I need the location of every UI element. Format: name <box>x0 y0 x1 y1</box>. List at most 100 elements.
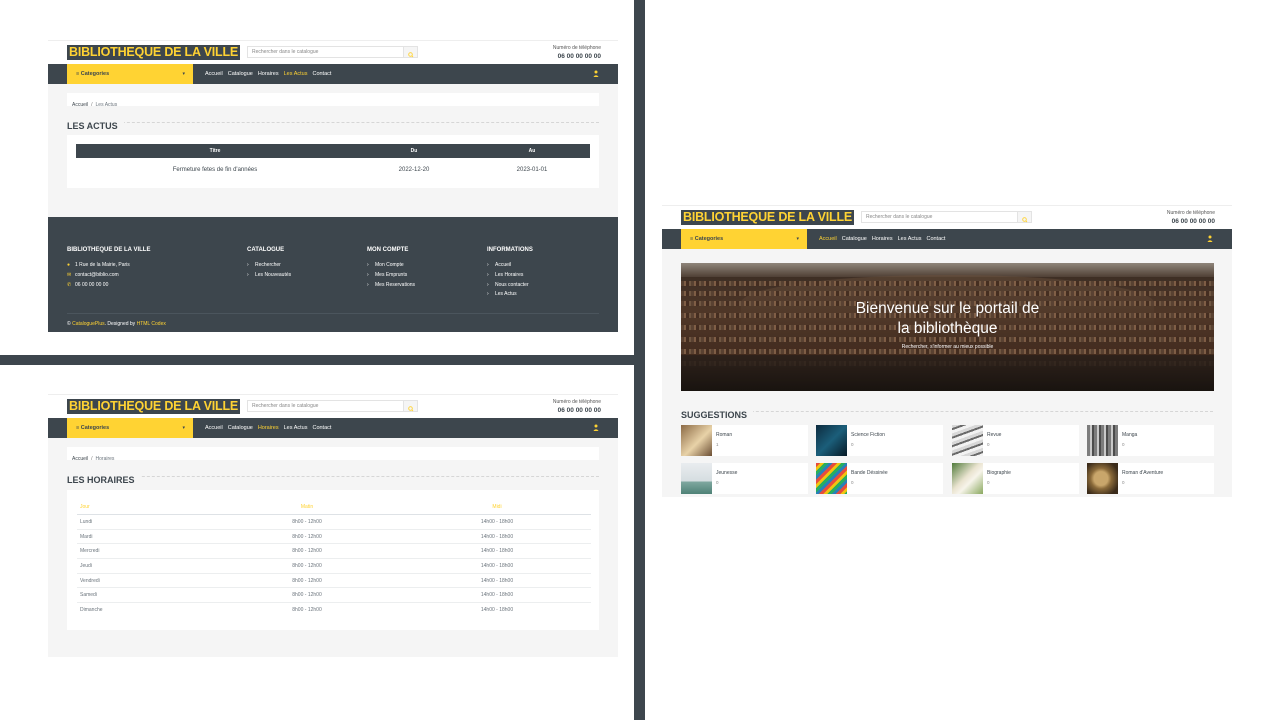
category-thumbnail <box>681 425 712 456</box>
copyright: © CataloguePlus. Designed by HTML Codex <box>67 320 166 328</box>
section-heading: LES ACTUS <box>67 116 599 132</box>
category-thumbnail <box>952 463 983 494</box>
search-input[interactable]: Rechercher dans le catalogue <box>247 46 418 58</box>
nav-item-les-actus[interactable]: Les Actus <box>898 235 922 243</box>
category-name: Biographie <box>987 470 1011 476</box>
nav-item-catalogue[interactable]: Catalogue <box>228 424 253 432</box>
search-input[interactable]: Rechercher dans le catalogue <box>247 400 418 412</box>
user-icon[interactable] <box>593 70 599 77</box>
site-logo[interactable]: BIBLIOTHEQUE DE LA VILLE <box>681 210 855 225</box>
category-card-bande-dessinee[interactable]: Bande Déssinée 0 <box>816 463 943 494</box>
search-button[interactable] <box>403 401 417 412</box>
category-card-jeunesse[interactable]: Jeunesse 0 <box>681 463 808 494</box>
footer-link-label: Mes Emprunts <box>375 271 408 278</box>
nav-item-catalogue[interactable]: Catalogue <box>842 235 867 243</box>
user-icon[interactable] <box>593 424 599 431</box>
table-row: Vendredi 8h00 - 12h00 14h00 - 18h00 <box>77 574 591 589</box>
category-count: 0 <box>851 480 854 485</box>
footer-heading: BIBLIOTHEQUE DE LA VILLE <box>67 247 151 253</box>
footer-link[interactable]: › Accueil <box>487 261 533 271</box>
phone-contact: Numéro de téléphone 06 00 00 00 00 <box>1167 210 1215 226</box>
designer-link[interactable]: HTML Codex <box>137 321 166 327</box>
category-count: 0 <box>716 480 719 485</box>
phone-number: 06 00 00 00 00 <box>557 53 601 60</box>
search-button[interactable] <box>1017 212 1031 223</box>
table-row: Dimanche 8h00 - 12h00 14h00 - 18h00 <box>77 603 591 618</box>
table-row: Samedi 8h00 - 12h00 14h00 - 18h00 <box>77 588 591 604</box>
footer-link[interactable]: › Les Nouveautés <box>247 271 291 281</box>
category-card-biographie[interactable]: Biographie 0 <box>952 463 1079 494</box>
category-card-roman[interactable]: Roman 1 <box>681 425 808 456</box>
categories-dropdown[interactable]: ≡ Categories ▾ <box>681 229 807 249</box>
nav-item-accueil[interactable]: Accueil <box>205 424 223 432</box>
footer-link[interactable]: › Mon Compte <box>367 261 415 271</box>
cell-midi: 14h00 - 18h00 <box>480 577 514 584</box>
category-card-revue[interactable]: Revue 0 <box>952 425 1079 456</box>
nav-item-horaires[interactable]: Horaires <box>258 424 279 432</box>
footer-link[interactable]: › Mes Reservations <box>367 281 415 291</box>
cell-du: 2022-12-20 <box>398 167 430 173</box>
chevron-right-icon: › <box>367 281 369 288</box>
footer-phone: ✆ 06 00 00 00 00 <box>67 281 150 291</box>
breadcrumb-home[interactable]: Accueil <box>72 456 88 462</box>
cell-jour: Dimanche <box>80 607 103 614</box>
phone-icon: ✆ <box>67 281 72 288</box>
nav-item-contact[interactable]: Contact <box>312 424 331 432</box>
nav-item-horaires[interactable]: Horaires <box>872 235 893 243</box>
site-logo[interactable]: BIBLIOTHEQUE DE LA VILLE <box>67 399 241 414</box>
footer-link-label: Mes Reservations <box>375 281 416 288</box>
footer-link[interactable]: › Rechercher <box>247 261 291 271</box>
phone-number: 06 00 00 00 00 <box>557 407 601 414</box>
search-input[interactable]: Rechercher dans le catalogue <box>861 211 1032 223</box>
footer-link[interactable]: › Les Horaires <box>487 271 533 281</box>
section-heading: LES HORAIRES <box>67 470 599 486</box>
breadcrumb-separator: / <box>91 456 93 462</box>
phone-number: 06 00 00 00 00 <box>1171 218 1215 225</box>
categories-dropdown[interactable]: ≡ Categories ▾ <box>67 64 193 84</box>
footer-address: ● 1 Rue de la Mairie, Paris <box>67 261 150 271</box>
copyright-text: . Designed by <box>104 321 136 327</box>
footer-link-label: Rechercher <box>255 262 281 268</box>
phone-label: Numéro de téléphone <box>552 45 601 51</box>
screenshot-les-horaires: BIBLIOTHEQUE DE LA VILLE Rechercher dans… <box>48 394 618 657</box>
category-count: 1 <box>716 442 719 447</box>
chevron-right-icon: › <box>487 281 489 288</box>
category-thumbnail <box>681 463 712 494</box>
nav-item-accueil[interactable]: Accueil <box>819 235 837 243</box>
breadcrumb-separator: / <box>91 102 93 108</box>
site-logo[interactable]: BIBLIOTHEQUE DE LA VILLE <box>67 45 241 60</box>
chevron-down-icon: ▾ <box>796 236 799 242</box>
nav-item-les-actus[interactable]: Les Actus <box>284 424 308 432</box>
category-card-science-fiction[interactable]: Science Fiction 0 <box>816 425 943 456</box>
category-card-roman-d-aventure[interactable]: Roman d'Aventure 0 <box>1087 463 1214 494</box>
column-header-matin: Matin <box>300 504 314 510</box>
search-button[interactable] <box>403 47 417 58</box>
categories-dropdown[interactable]: ≡ Categories ▾ <box>67 418 193 438</box>
footer-heading: INFORMATIONS <box>487 247 533 253</box>
hero-title-line1: Bienvenue sur le portail de <box>855 300 1040 317</box>
search-icon <box>408 406 414 412</box>
phone-label: Numéro de téléphone <box>552 399 601 405</box>
table-row[interactable]: Fermeture fetes de fin d'années 2022-12-… <box>76 158 590 182</box>
nav-item-les-actus[interactable]: Les Actus <box>284 70 308 78</box>
category-card-manga[interactable]: Manga 0 <box>1087 425 1214 456</box>
column-header-midi: Midi <box>492 504 502 510</box>
breadcrumb-home[interactable]: Accueil <box>72 102 88 108</box>
footer-link[interactable]: › Mes Emprunts <box>367 271 415 281</box>
copyright-brand-link[interactable]: CataloguePlus <box>72 321 105 327</box>
category-name: Jeunesse <box>716 470 738 476</box>
footer-link-label: Mon Compte <box>375 262 404 268</box>
cell-midi: 14h00 - 18h00 <box>480 563 514 570</box>
nav-item-horaires[interactable]: Horaires <box>258 70 279 78</box>
category-thumbnail <box>1087 463 1118 494</box>
nav-item-contact[interactable]: Contact <box>926 235 945 243</box>
nav-item-accueil[interactable]: Accueil <box>205 70 223 78</box>
nav-menu: Accueil Catalogue Horaires Les Actus Con… <box>819 235 945 243</box>
category-thumbnail <box>1087 425 1118 456</box>
nav-item-contact[interactable]: Contact <box>312 70 331 78</box>
user-icon[interactable] <box>1207 235 1213 242</box>
nav-item-catalogue[interactable]: Catalogue <box>228 70 253 78</box>
footer-link[interactable]: › Nous contacter <box>487 281 533 291</box>
search-placeholder: Rechercher dans le catalogue <box>252 403 319 409</box>
footer-link[interactable]: › Les Actus <box>487 290 533 300</box>
